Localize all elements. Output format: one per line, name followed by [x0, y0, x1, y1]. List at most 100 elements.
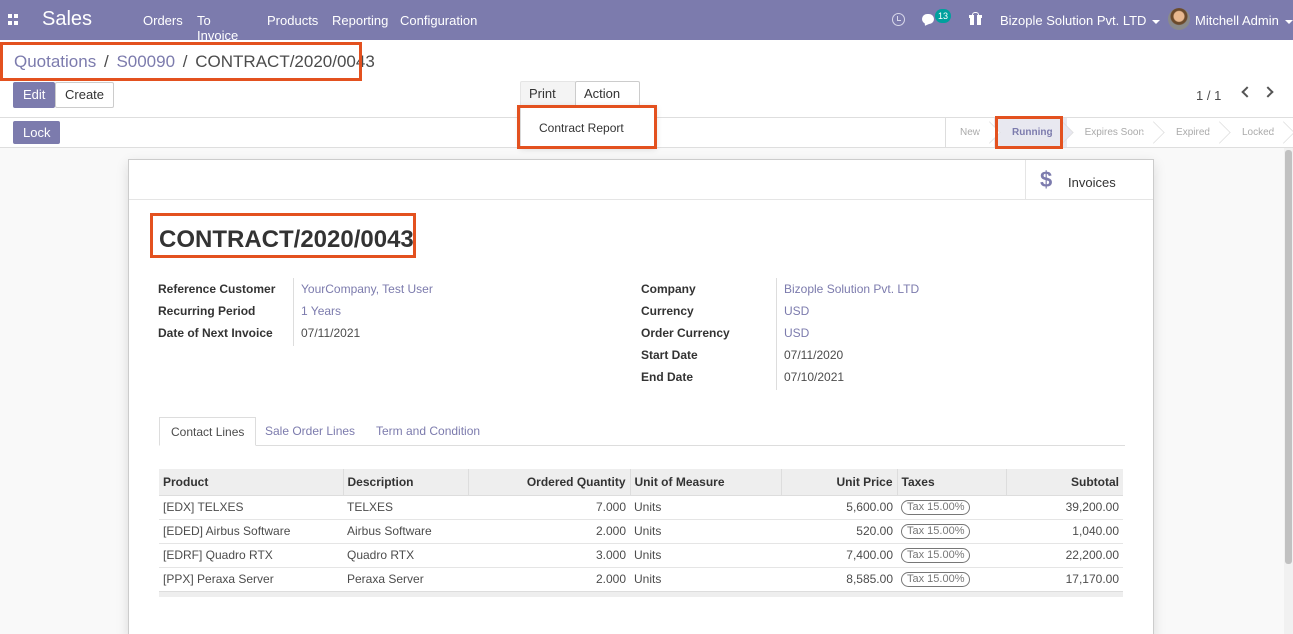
activity-clock-icon[interactable] — [892, 13, 905, 26]
cell-price: 5,600.00 — [781, 494, 897, 519]
column-header-ordered-quantity[interactable]: Ordered Quantity — [468, 469, 631, 496]
invoices-smart-button[interactable]: $ Invoices — [1025, 160, 1153, 200]
field-label-currency: Currency — [641, 304, 694, 318]
notification-badge: 13 — [935, 9, 952, 23]
gift-icon[interactable] — [969, 12, 982, 25]
stage-expires-soon[interactable]: Expires Soon — [1067, 118, 1158, 147]
menu-reporting[interactable]: Reporting — [332, 13, 388, 28]
print-dropdown-button[interactable]: Print — [520, 81, 576, 121]
field-label-order-currency: Order Currency — [641, 326, 730, 340]
breadcrumb: Quotations / S00090 / CONTRACT/2020/0043 — [14, 52, 375, 72]
cell-subtotal: 17,170.00 — [1006, 566, 1123, 591]
tax-tag: Tax 15.00% — [901, 524, 971, 539]
field-value-end-date: 07/10/2021 — [784, 370, 845, 384]
table-header-row: Product Description Ordered Quantity Uni… — [159, 469, 1123, 496]
cell-qty: 3.000 — [468, 542, 630, 567]
table-row[interactable]: [EDRF] Quadro RTX Quadro RTX 3.000 Units… — [159, 542, 1123, 567]
field-divider — [293, 278, 294, 346]
cell-product: [EDRF] Quadro RTX — [159, 542, 343, 567]
table-row[interactable]: [EDX] TELXES TELXES 7.000 Units 5,600.00… — [159, 494, 1123, 519]
chevron-down-icon — [1284, 19, 1293, 24]
breadcrumb-current: CONTRACT/2020/0043 — [195, 52, 375, 71]
stage-pipeline: New Running Expires Soon Expired Locked — [945, 118, 1288, 147]
menu-configuration[interactable]: Configuration — [400, 13, 477, 28]
app-name[interactable]: Sales — [42, 8, 92, 31]
stage-new[interactable]: New — [946, 118, 994, 147]
cell-subtotal: 22,200.00 — [1006, 542, 1123, 567]
cell-uom: Units — [630, 518, 781, 543]
lock-button[interactable]: Lock — [13, 121, 61, 144]
contract-report-menu-item[interactable]: Contract Report — [539, 121, 624, 135]
chat-icon[interactable] — [922, 14, 934, 24]
field-label-company: Company — [641, 282, 696, 296]
column-header-subtotal[interactable]: Subtotal — [1006, 469, 1123, 496]
top-navbar: Sales Orders To Invoice Products Reporti… — [0, 0, 1293, 43]
avatar[interactable] — [1168, 8, 1190, 30]
tab-sale-order-lines[interactable]: Sale Order Lines — [265, 417, 355, 446]
column-header-description[interactable]: Description — [343, 469, 469, 496]
invoices-label: Invoices — [1068, 175, 1116, 190]
create-button[interactable]: Create — [55, 82, 115, 108]
scrollbar-thumb[interactable] — [1285, 150, 1292, 564]
table-row[interactable]: [PPX] Peraxa Server Peraxa Server 2.000 … — [159, 566, 1123, 591]
menu-to-invoice[interactable]: To Invoice — [197, 13, 238, 43]
field-value-currency[interactable]: USD — [784, 304, 809, 318]
cell-price: 8,585.00 — [781, 566, 897, 591]
cell-product: [PPX] Peraxa Server — [159, 566, 343, 591]
field-value-company[interactable]: Bizople Solution Pvt. LTD — [784, 282, 919, 296]
cell-price: 7,400.00 — [781, 542, 897, 567]
table-row[interactable]: [EDED] Airbus Software Airbus Software 2… — [159, 518, 1123, 543]
action-dropdown-button[interactable]: Action — [575, 81, 640, 121]
table-footer — [159, 590, 1123, 597]
field-value-start-date: 07/11/2020 — [784, 348, 844, 362]
cell-qty: 7.000 — [468, 494, 630, 519]
pager-value[interactable]: 1 / 1 — [1196, 88, 1221, 103]
field-value-recurring-period[interactable]: 1 Years — [301, 304, 341, 318]
column-header-unit-price[interactable]: Unit Price — [781, 469, 898, 496]
field-divider — [776, 278, 777, 390]
breadcrumb-order[interactable]: S00090 — [116, 52, 175, 71]
column-header-product[interactable]: Product — [159, 469, 344, 496]
tax-tag: Tax 15.00% — [901, 548, 971, 563]
notebook-tabs: Contact Lines Sale Order Lines Term and … — [159, 417, 1125, 446]
cell-uom: Units — [630, 542, 781, 567]
dollar-icon: $ — [1040, 167, 1053, 192]
field-value-next-invoice-date: 07/11/2021 — [301, 326, 361, 340]
field-label-start-date: Start Date — [641, 348, 698, 362]
print-label: Print — [529, 86, 556, 101]
company-name: Bizople Solution Pvt. LTD — [1000, 13, 1147, 28]
menu-products[interactable]: Products — [267, 13, 318, 28]
action-label: Action — [584, 86, 621, 101]
cell-taxes: Tax 15.00% — [897, 518, 1006, 543]
cell-description: TELXES — [343, 494, 468, 519]
cell-product: [EDED] Airbus Software — [159, 518, 343, 543]
chevron-down-icon — [1152, 19, 1161, 24]
cell-uom: Units — [630, 494, 781, 519]
cell-subtotal: 1,040.00 — [1006, 518, 1123, 543]
breadcrumb-quotations[interactable]: Quotations — [14, 52, 96, 71]
company-switcher[interactable]: Bizople Solution Pvt. LTD — [1000, 13, 1161, 28]
tab-contact-lines[interactable]: Contact Lines — [159, 417, 257, 446]
field-label-end-date: End Date — [641, 370, 694, 384]
cell-qty: 2.000 — [468, 566, 630, 591]
edit-button[interactable]: Edit — [13, 82, 56, 108]
form-sheet: $ Invoices CONTRACT/2020/0043 Reference … — [128, 159, 1154, 634]
tax-tag: Tax 15.00% — [901, 572, 971, 587]
breadcrumb-separator: / — [182, 52, 188, 71]
page-scrollbar[interactable] — [1284, 148, 1293, 634]
column-header-unit-of-measure[interactable]: Unit of Measure — [630, 469, 782, 496]
stage-locked[interactable]: Locked — [1224, 118, 1288, 147]
menu-orders[interactable]: Orders — [143, 13, 183, 28]
field-value-reference-customer[interactable]: YourCompany, Test User — [301, 282, 433, 296]
column-header-taxes[interactable]: Taxes — [897, 469, 1007, 496]
contract-lines-table: Product Description Ordered Quantity Uni… — [159, 469, 1123, 597]
cell-qty: 2.000 — [468, 518, 630, 543]
cell-uom: Units — [630, 566, 781, 591]
tab-term-and-condition[interactable]: Term and Condition — [376, 417, 480, 446]
stage-running[interactable]: Running — [994, 118, 1067, 147]
apps-menu-icon[interactable] — [8, 14, 19, 25]
field-label-reference-customer: Reference Customer — [158, 282, 276, 296]
stage-expired[interactable]: Expired — [1158, 118, 1224, 147]
user-menu[interactable]: Mitchell Admin — [1195, 13, 1293, 28]
field-value-order-currency[interactable]: USD — [784, 326, 809, 340]
